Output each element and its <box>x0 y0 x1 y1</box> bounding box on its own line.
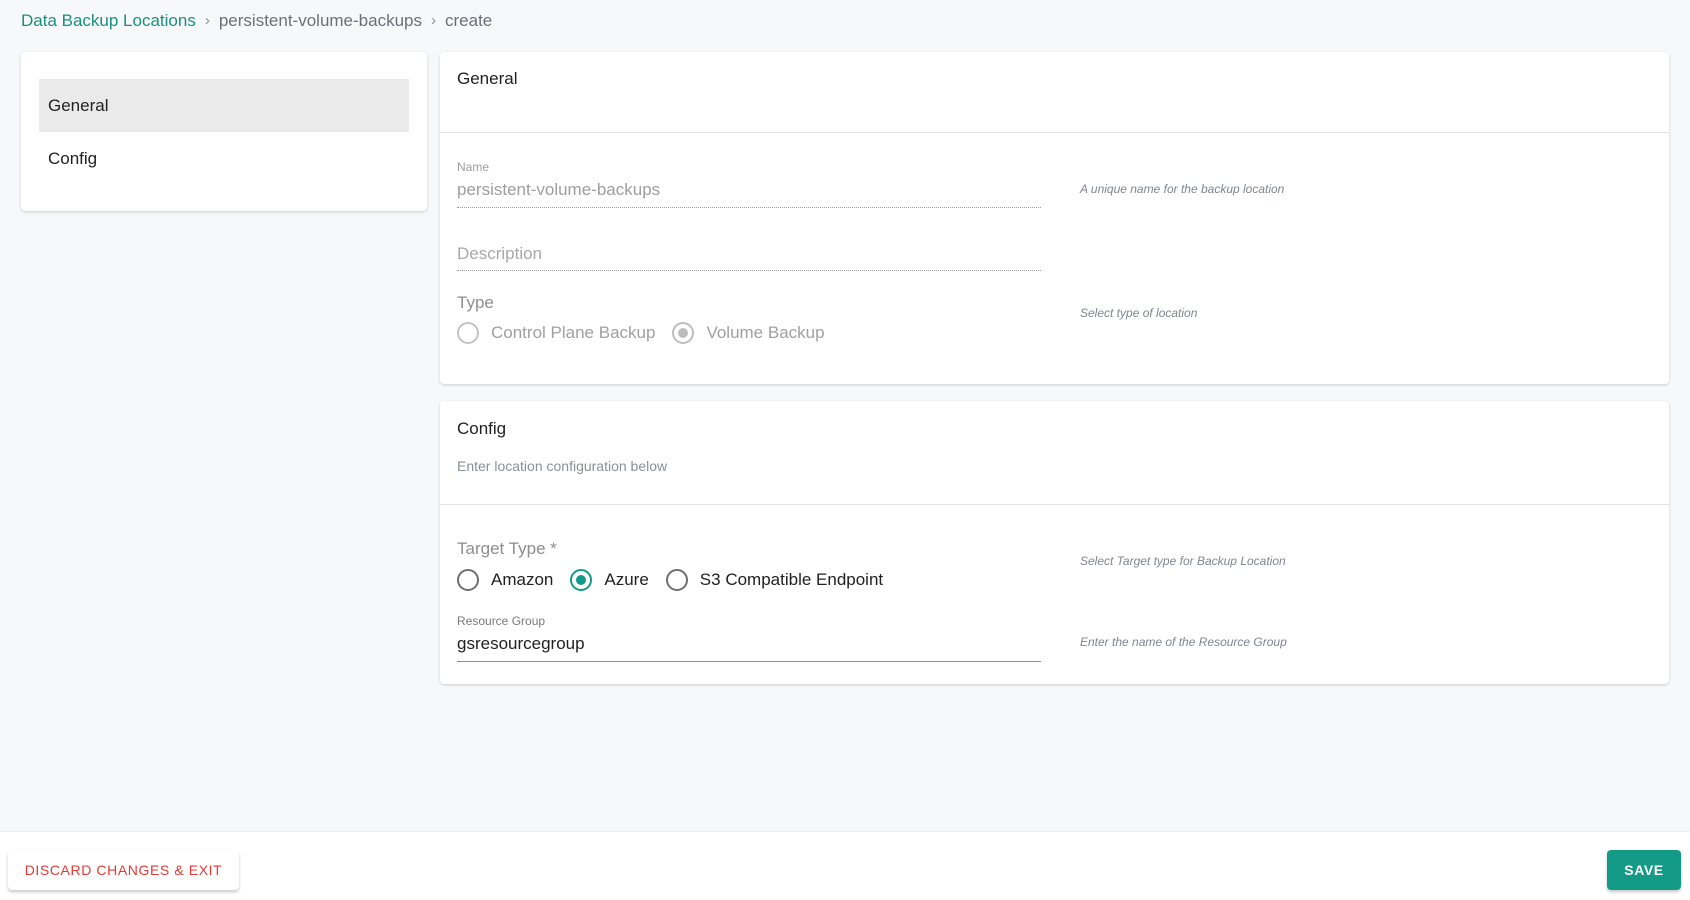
name-underline <box>457 207 1041 208</box>
breadcrumb-separator: › <box>204 12 210 29</box>
target-type-radio-group: Amazon Azure S3 Compatible Endpoint <box>457 569 900 591</box>
name-helper-text: A unique name for the backup location <box>1080 182 1285 196</box>
radio-s3-compatible-endpoint[interactable]: S3 Compatible Endpoint <box>665 569 884 591</box>
name-label: Name <box>457 160 490 174</box>
target-type-label: Target Type * <box>457 539 557 558</box>
sidebar-item-label: Config <box>48 148 98 168</box>
radio-label: Control Plane Backup <box>491 323 656 342</box>
footer-action-bar: DISCARD CHANGES & EXIT SAVE <box>0 831 1690 900</box>
breadcrumb-link-data-backup-locations[interactable]: Data Backup Locations <box>21 10 196 32</box>
type-helper-text: Select type of location <box>1080 306 1198 320</box>
section-divider <box>440 504 1669 505</box>
general-section: General Name A unique name for the backu… <box>440 52 1669 384</box>
section-title: General <box>457 69 518 88</box>
radio-label: S3 Compatible Endpoint <box>699 570 884 589</box>
breadcrumb-item-create: create <box>445 11 493 30</box>
radio-label: Azure <box>604 570 649 589</box>
breadcrumb-item-location-name: persistent-volume-backups <box>218 11 422 30</box>
description-input[interactable] <box>457 242 1041 266</box>
radio-checked-icon <box>570 569 593 591</box>
section-divider <box>440 132 1669 133</box>
radio-label: Volume Backup <box>706 323 825 342</box>
radio-control-plane-backup[interactable]: Control Plane Backup <box>457 322 655 344</box>
breadcrumb: Data Backup Locations › persistent-volum… <box>21 10 492 32</box>
name-input[interactable] <box>457 178 1041 202</box>
section-title: Config <box>457 419 507 438</box>
type-label: Type <box>457 293 494 312</box>
resource-group-label: Resource Group <box>457 614 546 628</box>
config-section: Config Enter location configuration belo… <box>440 401 1669 684</box>
section-subtitle: Enter location configuration below <box>457 458 668 474</box>
save-button[interactable]: SAVE <box>1607 850 1681 890</box>
resource-group-input[interactable] <box>457 632 1041 656</box>
type-radio-group: Control Plane Backup Volume Backup <box>457 322 842 344</box>
sidebar-item-label: General <box>48 95 109 115</box>
radio-unchecked-icon <box>665 569 688 591</box>
resource-group-underline <box>457 661 1041 662</box>
resource-group-helper-text: Enter the name of the Resource Group <box>1080 635 1287 649</box>
radio-unchecked-icon <box>457 569 479 591</box>
description-underline <box>457 270 1041 271</box>
radio-checked-icon <box>672 322 695 344</box>
radio-azure[interactable]: Azure <box>570 569 649 591</box>
sidebar-item-general[interactable]: General <box>39 79 409 132</box>
section-nav: General Config <box>21 52 427 211</box>
discard-changes-button[interactable]: DISCARD CHANGES & EXIT <box>8 850 239 890</box>
sidebar-item-config[interactable]: Config <box>39 132 409 185</box>
breadcrumb-separator: › <box>431 12 436 29</box>
target-type-helper-text: Select Target type for Backup Location <box>1080 554 1286 568</box>
radio-volume-backup[interactable]: Volume Backup <box>672 322 825 344</box>
radio-unchecked-icon <box>457 322 479 344</box>
radio-amazon[interactable]: Amazon <box>457 569 553 591</box>
radio-label: Amazon <box>491 570 554 589</box>
